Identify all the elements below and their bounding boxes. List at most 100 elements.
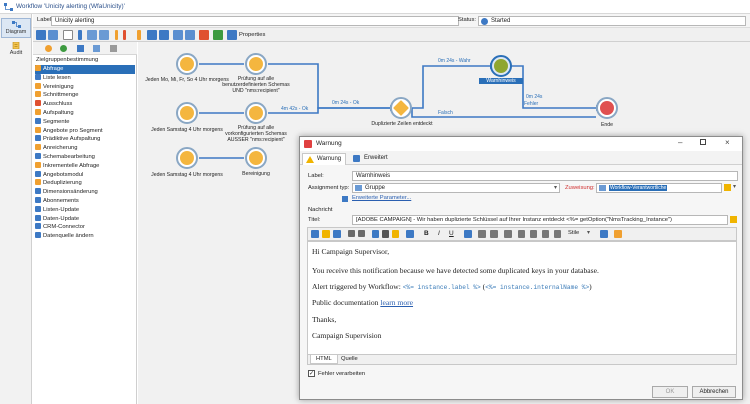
palette-events-icon[interactable] [93, 45, 100, 52]
link-tool-button[interactable] [159, 30, 169, 40]
test-node[interactable] [390, 97, 412, 119]
personalization-icon[interactable] [614, 230, 622, 238]
zoom-out-button[interactable] [99, 30, 109, 40]
zoom-in-button[interactable] [87, 30, 97, 40]
scheduler-node-2[interactable] [176, 102, 198, 124]
palette-item[interactable]: Daten-Update [35, 214, 135, 224]
palette-item[interactable]: Prädiktive Aufspaltung [35, 135, 135, 144]
redo-icon[interactable] [358, 230, 365, 237]
palette-item[interactable]: Anreicherung [35, 144, 135, 153]
palette-item[interactable]: CRM-Connector [35, 223, 135, 232]
palette-more-icon[interactable] [110, 45, 117, 52]
subject-personalize-icon[interactable] [730, 216, 737, 223]
palette-item[interactable]: Angebote pro Segment [35, 126, 135, 136]
select-tool-button[interactable] [63, 30, 73, 40]
minimize-icon[interactable]: – [678, 138, 682, 147]
properties-button-label[interactable]: Properties [239, 32, 265, 38]
process-errors-checkbox[interactable]: ✓ [308, 370, 315, 377]
palette-targeting-icon[interactable] [45, 45, 52, 52]
layout-button[interactable] [173, 30, 183, 40]
cut-icon[interactable] [382, 230, 389, 238]
workflow-toolbar: Properties [33, 28, 750, 42]
palette-item[interactable]: Segmente [35, 117, 135, 127]
pause-button[interactable] [123, 30, 126, 40]
table-icon[interactable] [504, 230, 512, 238]
palette-item[interactable]: Datenquelle ändern [35, 232, 135, 241]
palette-flow-icon[interactable] [60, 45, 67, 52]
move-tool-button[interactable] [78, 30, 82, 40]
paste-icon[interactable] [392, 230, 399, 238]
palette-item[interactable]: Dimensionsänderung [35, 188, 135, 197]
sql-check-node-1[interactable] [245, 53, 267, 75]
toggle-palette-button[interactable] [36, 30, 46, 40]
align-left-icon[interactable] [518, 230, 525, 238]
palette-item[interactable]: Angebotsmodul [35, 170, 135, 180]
start-button[interactable] [115, 30, 118, 40]
nav-item-diagram[interactable]: Diagram [1, 18, 31, 38]
alert-node[interactable] [490, 55, 512, 77]
style-select[interactable]: Stile [568, 230, 579, 236]
undo-icon[interactable] [348, 230, 355, 237]
learn-more-link[interactable]: learn more [380, 298, 413, 307]
style-dropdown-icon[interactable]: ▾ [587, 229, 590, 236]
advanced-params-link[interactable]: Erweiterte Parameter... [352, 195, 411, 201]
folder-picker-icon[interactable] [724, 184, 731, 191]
align-center-icon[interactable] [530, 230, 537, 238]
spellcheck-icon[interactable] [600, 230, 608, 238]
tab-warnung[interactable]: Warnung [302, 153, 347, 165]
palette-item[interactable]: Abonnements [35, 197, 135, 206]
workflow-label-input[interactable]: Unicity alerting [51, 16, 459, 26]
subject-input[interactable]: [ADOBE CAMPAIGN] - Wir haben duplizierte… [352, 215, 728, 225]
align-right-icon[interactable] [542, 230, 549, 238]
palette-item[interactable]: Listen-Update [35, 205, 135, 215]
tab-quelle[interactable]: Quelle [336, 355, 363, 364]
underline-icon[interactable]: U [449, 230, 454, 237]
refresh-button[interactable] [213, 30, 223, 40]
toggle-layout-button[interactable] [48, 30, 58, 40]
palette-item[interactable]: Vereinigung [35, 82, 135, 92]
palette-item[interactable]: Aufspaltung [35, 109, 135, 118]
find-icon[interactable] [406, 230, 414, 238]
numbered-list-icon[interactable] [490, 230, 498, 238]
cancel-button[interactable]: Abbrechen [692, 386, 736, 398]
sql-check-node-2[interactable] [245, 102, 267, 124]
palette-item[interactable]: Liste lesen [35, 73, 135, 83]
scheduler-node-3[interactable] [176, 147, 198, 169]
stop-button[interactable] [137, 30, 141, 40]
alert-label-input[interactable]: Warnhinweis [352, 171, 738, 181]
link-icon[interactable] [464, 230, 472, 238]
insert-image-icon[interactable] [311, 230, 319, 238]
scheduler-node-1[interactable] [176, 53, 198, 75]
zuweisung-dropdown-icon[interactable]: ▾ [733, 183, 736, 190]
align-justify-icon[interactable] [554, 230, 561, 238]
palette-item[interactable]: Inkrementelle Abfrage [35, 161, 135, 171]
copy-icon[interactable] [372, 230, 379, 238]
palette-item[interactable]: Ausschluss [35, 100, 135, 109]
assignment-type-select[interactable]: Gruppe ▾ [352, 183, 560, 193]
end-node[interactable] [596, 97, 618, 119]
delete-button[interactable] [199, 30, 209, 40]
palette-actions-icon[interactable] [77, 45, 84, 52]
open-file-icon[interactable] [322, 230, 330, 238]
close-icon[interactable]: × [725, 138, 730, 147]
nav-item-audit[interactable]: Audit [1, 40, 31, 60]
ok-button[interactable]: OK [652, 386, 688, 398]
bold-icon[interactable]: B [424, 230, 429, 237]
tab-erweitert[interactable]: Erweitert [350, 153, 392, 165]
bullet-list-icon[interactable] [478, 230, 486, 238]
grid-button[interactable] [185, 30, 195, 40]
save-icon[interactable] [333, 230, 341, 238]
zuweisung-field[interactable]: Workflow-Verantwortliche [596, 183, 722, 193]
tab-html[interactable]: HTML [310, 355, 338, 364]
arrow-tool-button[interactable] [147, 30, 157, 40]
palette-item[interactable]: Abfrage [35, 65, 135, 74]
italic-icon[interactable]: I [438, 230, 440, 237]
cleanup-node[interactable] [245, 147, 267, 169]
body-line-2: Alert triggered by Workflow: <%= instanc… [312, 282, 592, 291]
palette-item[interactable]: Schemabearbeitung [35, 153, 135, 162]
html-body-editor[interactable]: Hi Campaign Supervisor, You receive this… [307, 241, 737, 355]
properties-icon[interactable] [227, 30, 237, 40]
palette-item[interactable]: Schnittmenge [35, 91, 135, 100]
palette-item[interactable]: Deduplizierung [35, 179, 135, 188]
maximize-icon[interactable] [700, 139, 706, 145]
